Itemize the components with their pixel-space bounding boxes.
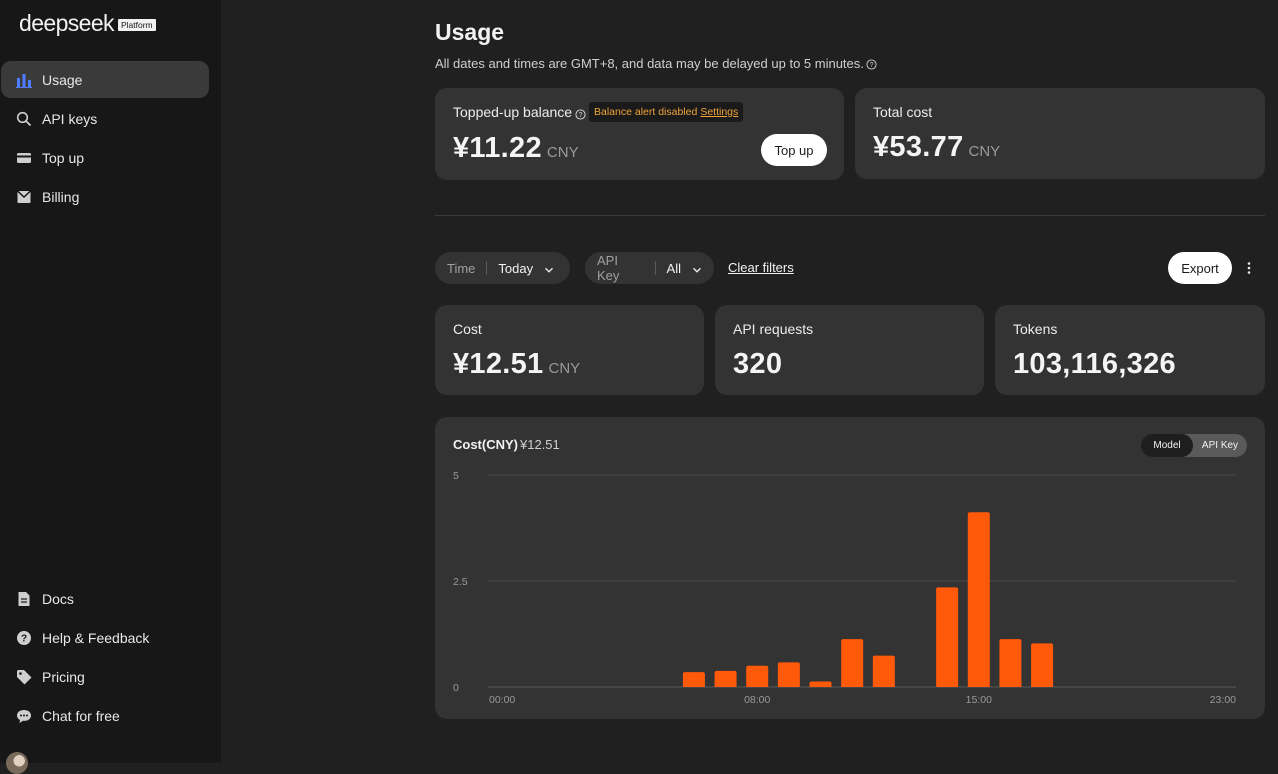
tokens-stat-label: Tokens: [1013, 321, 1058, 337]
requests-stat-value: 320: [733, 348, 783, 380]
svg-text:?: ?: [579, 111, 583, 118]
chat-icon: [16, 708, 32, 724]
cost-stat-unit: CNY: [548, 360, 581, 377]
cost-chart-card: Cost(CNY) ¥12.51 Model API Key 0 2.5 5 00:00…: [435, 417, 1265, 719]
chart-bar: [841, 639, 864, 687]
sidebar-item-pricing[interactable]: Pricing: [1, 658, 209, 695]
help-circle-icon[interactable]: ?: [866, 58, 877, 70]
sidebar-item-docs[interactable]: Docs: [1, 580, 209, 617]
total-cost-card: Total cost ¥53.77 CNY: [855, 88, 1265, 179]
chart-bar: [936, 587, 959, 687]
cost-stat-amount: ¥12.51: [453, 348, 544, 380]
total-cost-amount-row: ¥53.77 CNY: [873, 131, 1000, 164]
balance-unit: CNY: [546, 144, 579, 161]
balance-amount: ¥11.22: [453, 132, 542, 164]
platform-badge: Platform: [117, 19, 156, 31]
section-divider: [435, 215, 1265, 216]
total-cost-unit: CNY: [968, 143, 1001, 160]
cost-bar-chart: 0 2.5 5 00:00 08:00 15:00 23:00: [453, 470, 1236, 706]
sidebar-item-label: Top up: [42, 149, 85, 166]
filter-separator: [654, 261, 656, 275]
billing-icon: [16, 189, 32, 205]
chart-bar: [714, 670, 737, 687]
sidebar-item-api-keys[interactable]: API keys: [1, 100, 209, 137]
sidebar-item-label: API keys: [42, 110, 98, 127]
tokens-stat-card: Tokens 103,116,326: [995, 305, 1265, 395]
card-icon: [16, 150, 32, 166]
y-tick-label: 0: [453, 682, 459, 694]
x-tick-label: 23:00: [1210, 694, 1236, 706]
chevron-down-icon: [692, 263, 702, 273]
chart-bar: [1031, 643, 1054, 687]
total-cost-label: Total cost: [873, 104, 933, 120]
balance-alert-badge: Balance alert disabled Settings: [589, 102, 744, 122]
y-tick-label: 2.5: [453, 576, 468, 588]
brand-name: deepseek: [19, 10, 115, 36]
y-tick-label: 5: [453, 470, 459, 482]
cost-stat-label: Cost: [453, 321, 482, 337]
balance-amount-row: ¥11.22 CNY: [453, 132, 579, 165]
requests-stat-card: API requests 320: [715, 305, 984, 395]
sidebar-item-usage[interactable]: Usage: [1, 61, 209, 98]
page-title: Usage: [435, 19, 505, 45]
api-key-filter-label: API Key: [597, 253, 620, 283]
sidebar-item-label: Pricing: [42, 668, 85, 685]
x-tick-label: 08:00: [744, 694, 770, 706]
balance-label-row: Topped-up balance ?: [453, 104, 586, 120]
sidebar-item-label: Help & Feedback: [42, 629, 150, 646]
page-subtitle: All dates and times are GMT+8, and data …: [435, 56, 877, 71]
balance-label: Topped-up balance: [453, 104, 573, 120]
help-circle-icon[interactable]: ?: [575, 107, 586, 120]
main-content: Usage All dates and times are GMT+8, and…: [221, 0, 1278, 763]
time-filter-value: Today: [498, 260, 534, 276]
avatar[interactable]: [6, 752, 28, 774]
sidebar-item-chat[interactable]: Chat for free: [1, 697, 209, 734]
x-tick-label: 15:00: [966, 694, 992, 706]
total-cost-amount: ¥53.77: [873, 131, 964, 163]
api-key-filter[interactable]: API Key All: [585, 252, 714, 284]
docs-icon: [16, 591, 32, 607]
more-options-icon[interactable]: [1241, 258, 1257, 278]
chevron-down-icon: [544, 263, 554, 273]
chart-bar: [746, 665, 769, 687]
time-filter[interactable]: Time Today: [435, 252, 570, 284]
chart-bar: [682, 672, 705, 687]
sidebar-item-billing[interactable]: Billing: [1, 178, 209, 215]
top-up-button[interactable]: Top up: [761, 134, 827, 166]
svg-text:?: ?: [869, 62, 873, 69]
chart-bar: [777, 662, 800, 687]
brand-logo[interactable]: deepseek Platform: [19, 10, 156, 37]
tokens-stat-value: 103,116,326: [1013, 348, 1176, 380]
sidebar-item-label: Billing: [42, 188, 80, 205]
requests-stat-label: API requests: [733, 321, 814, 337]
search-icon: [16, 111, 32, 127]
chart-bar: [809, 681, 832, 687]
balance-alert-text: Balance alert disabled: [594, 106, 698, 118]
clear-filters-link[interactable]: Clear filters: [728, 260, 794, 275]
bar-chart-icon: [16, 72, 32, 88]
sidebar-item-label: Usage: [42, 71, 83, 88]
x-tick-label: 00:00: [489, 694, 515, 706]
time-filter-label: Time: [447, 260, 476, 276]
sidebar: deepseek Platform Usage API keys Top up …: [0, 0, 221, 774]
tag-icon: [16, 669, 32, 685]
cost-stat-row: ¥12.51 CNY: [453, 348, 580, 381]
help-icon: ?: [16, 630, 32, 646]
api-key-filter-value: All: [666, 260, 681, 276]
cost-stat-card: Cost ¥12.51 CNY: [435, 305, 704, 395]
sidebar-item-top-up[interactable]: Top up: [1, 139, 209, 176]
sidebar-item-help[interactable]: ? Help & Feedback: [1, 619, 209, 656]
sidebar-item-label: Chat for free: [42, 707, 120, 724]
balance-alert-settings-link[interactable]: Settings: [700, 106, 738, 118]
export-button[interactable]: Export: [1168, 252, 1232, 284]
chart-bar: [999, 639, 1022, 687]
sidebar-item-label: Docs: [42, 590, 74, 607]
chart-bar: [967, 512, 990, 687]
chart-bar: [872, 655, 895, 687]
svg-text:?: ?: [21, 633, 27, 644]
balance-card: Topped-up balance ? Balance alert disabl…: [435, 88, 844, 180]
subtitle-text: All dates and times are GMT+8, and data …: [435, 56, 864, 71]
filter-separator: [486, 261, 488, 275]
